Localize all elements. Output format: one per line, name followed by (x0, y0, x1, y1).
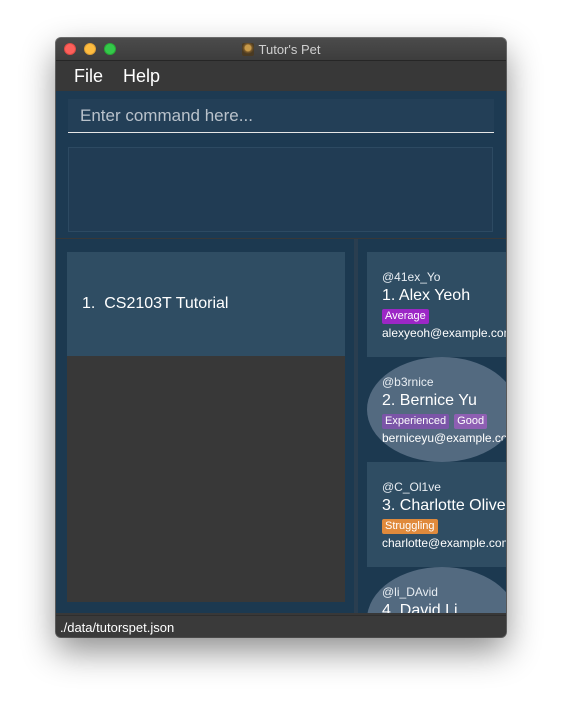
student-handle: @li_DAvid (382, 585, 438, 599)
student-tags: Experienced Good (382, 414, 488, 429)
student-card[interactable]: @li_DAvid 4. David Li (367, 567, 506, 613)
student-handle: @41ex_Yo (382, 270, 441, 284)
app-window: Tutor's Pet File Help 1. CS2103T Tutoria… (56, 38, 506, 637)
student-email: alexyeoh@example.com (382, 326, 506, 340)
status-bar: ./data/tutorspet.json (56, 615, 506, 637)
student-tags: Struggling (382, 519, 438, 534)
result-display-area (56, 141, 506, 238)
tag-badge: Struggling (382, 519, 438, 534)
class-label: 1. CS2103T Tutorial (82, 295, 229, 312)
menu-file[interactable]: File (74, 66, 103, 87)
title-container: Tutor's Pet (56, 38, 506, 60)
student-list-panel: @41ex_Yo 1. Alex Yeoh Average alexyeoh@e… (358, 239, 506, 613)
command-input[interactable] (68, 99, 494, 133)
list-panels: 1. CS2103T Tutorial @41ex_Yo 1. Alex Yeo… (56, 239, 506, 613)
title-bar: Tutor's Pet (56, 38, 506, 61)
save-location: ./data/tutorspet.json (60, 619, 175, 635)
student-name: 2. Bernice Yu (382, 392, 477, 409)
student-handle: @C_Ol1ve (382, 480, 441, 494)
tag-badge: Experienced (382, 414, 450, 429)
student-name: 4. David Li (382, 602, 458, 613)
student-name: 1. Alex Yeoh (382, 287, 471, 304)
student-card[interactable]: @C_Ol1ve 3. Charlotte Oliveiro Strugglin… (367, 462, 506, 567)
student-name: 3. Charlotte Oliveiro (382, 497, 506, 514)
tag-badge: Average (382, 309, 429, 324)
app-icon (241, 42, 254, 56)
tag-badge: Good (454, 414, 488, 429)
student-card[interactable]: @41ex_Yo 1. Alex Yeoh Average alexyeoh@e… (367, 252, 506, 357)
student-card[interactable]: @b3rnice 2. Bernice Yu Experienced Good … (367, 357, 506, 462)
student-email: berniceyu@example.com (382, 431, 506, 445)
student-list[interactable]: @41ex_Yo 1. Alex Yeoh Average alexyeoh@e… (367, 252, 506, 613)
result-display (68, 147, 493, 232)
student-handle: @b3rnice (382, 375, 434, 389)
student-tags: Average (382, 309, 429, 324)
window-title: Tutor's Pet (258, 41, 321, 57)
command-box-area (56, 91, 506, 141)
class-card[interactable]: 1. CS2103T Tutorial (67, 252, 345, 356)
menu-bar: File Help (56, 61, 506, 91)
student-email: charlotte@example.com (382, 536, 506, 550)
menu-help[interactable]: Help (123, 66, 160, 87)
class-list-panel: 1. CS2103T Tutorial (56, 239, 354, 613)
class-list[interactable]: 1. CS2103T Tutorial (67, 252, 345, 602)
